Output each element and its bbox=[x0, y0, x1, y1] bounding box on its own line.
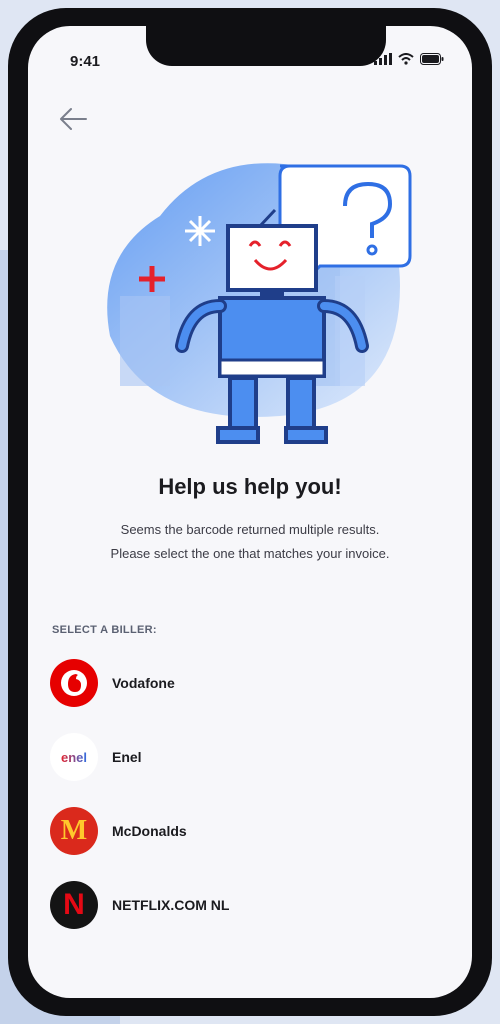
description-line-1: Seems the barcode returned multiple resu… bbox=[120, 522, 380, 537]
biller-name: Vodafone bbox=[112, 675, 175, 691]
biller-item-enel[interactable]: enel Enel bbox=[50, 720, 450, 794]
wifi-icon bbox=[398, 53, 414, 65]
signal-icon bbox=[374, 53, 392, 65]
biller-item-mcdonalds[interactable]: M McDonalds bbox=[50, 794, 450, 868]
page-title: Help us help you! bbox=[158, 474, 342, 499]
biller-list: Vodafone enel Enel M McDonalds N NETFLIX… bbox=[50, 646, 450, 942]
vodafone-logo-icon bbox=[50, 659, 98, 707]
biller-name: McDonalds bbox=[112, 823, 187, 839]
phone-frame: 9:41 Help us help you! Seems the barcode… bbox=[8, 8, 492, 1016]
mcdonalds-logo-letter: M bbox=[60, 815, 88, 846]
app-screen: 9:41 Help us help you! Seems the barcode… bbox=[28, 26, 472, 998]
status-icons bbox=[374, 53, 444, 65]
netflix-logo-letter: N bbox=[63, 888, 85, 921]
battery-icon bbox=[420, 53, 444, 65]
notch bbox=[146, 26, 386, 66]
enel-logo-text: enel bbox=[60, 749, 87, 765]
page-description: Seems the barcode returned multiple resu… bbox=[48, 518, 452, 566]
mcdonalds-logo-icon: M bbox=[50, 807, 98, 855]
netflix-logo-icon: N bbox=[50, 881, 98, 929]
description-line-2: Please select the one that matches your … bbox=[110, 546, 390, 561]
status-time: 9:41 bbox=[70, 53, 101, 70]
back-arrow-icon[interactable] bbox=[56, 104, 90, 134]
biller-item-netflix[interactable]: N NETFLIX.COM NL bbox=[50, 868, 450, 942]
biller-name: NETFLIX.COM NL bbox=[112, 897, 230, 913]
section-label: SELECT A BILLER: bbox=[52, 624, 157, 636]
robot-question-illustration bbox=[107, 163, 412, 444]
biller-name: Enel bbox=[112, 749, 142, 765]
biller-item-vodafone[interactable]: Vodafone bbox=[50, 646, 450, 720]
enel-logo-icon: enel bbox=[50, 733, 98, 781]
